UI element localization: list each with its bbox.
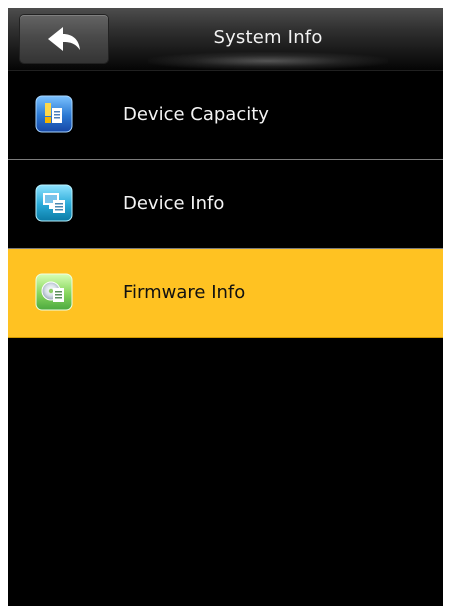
menu-item-label: Firmware Info <box>123 282 246 303</box>
device-info-icon <box>35 184 73 222</box>
menu-item-device-capacity[interactable]: Device Capacity <box>8 71 443 160</box>
menu-item-label: Device Capacity <box>123 104 269 125</box>
header-glow <box>148 52 388 70</box>
back-button[interactable] <box>20 15 108 63</box>
header-bar: System Info <box>8 8 443 71</box>
menu-item-label: Device Info <box>123 193 225 214</box>
menu-item-firmware-info[interactable]: Firmware Info <box>8 249 443 338</box>
device-capacity-icon <box>35 95 73 133</box>
system-info-screen: System Info Device Capacity Device Info … <box>8 8 443 606</box>
system-info-menu: Device Capacity Device Info Firmware Inf… <box>8 71 443 338</box>
firmware-info-icon <box>35 273 73 311</box>
page-title: System Info <box>213 27 323 48</box>
back-arrow-icon <box>45 25 83 53</box>
menu-item-device-info[interactable]: Device Info <box>8 160 443 249</box>
